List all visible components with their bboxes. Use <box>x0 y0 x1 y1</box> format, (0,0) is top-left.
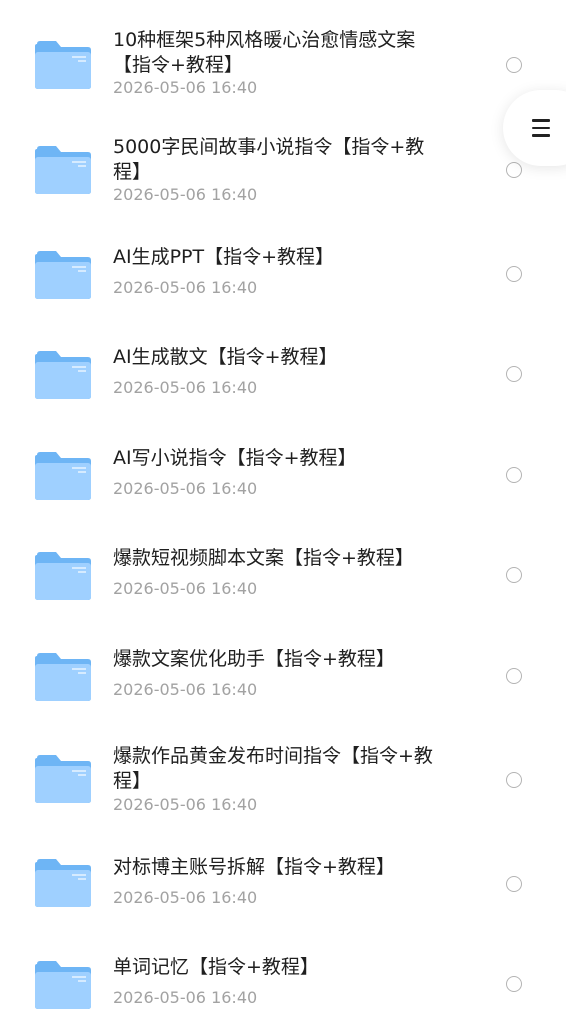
file-date: 2026-05-06 16:40 <box>113 579 258 598</box>
list-item[interactable]: 10种框架5种风格暖心治愈情感文案【指令+教程】 2026-05-06 16:4… <box>0 20 566 120</box>
folder-icon <box>34 145 92 195</box>
folder-icon <box>34 960 92 1010</box>
list-item[interactable]: AI写小说指令【指令+教程】 2026-05-06 16:40 <box>0 426 566 526</box>
file-name: 对标博主账号拆解【指令+教程】 <box>113 856 395 878</box>
menu-icon <box>532 119 550 137</box>
select-radio[interactable] <box>506 668 522 684</box>
file-name: AI写小说指令【指令+教程】 <box>113 447 357 469</box>
file-date: 2026-05-06 16:40 <box>113 278 258 297</box>
select-radio[interactable] <box>506 876 522 892</box>
list-item[interactable]: 爆款作品黄金发布时间指令【指令+教程】 2026-05-06 16:40 <box>0 732 566 832</box>
select-radio[interactable] <box>506 567 522 583</box>
file-name: AI生成PPT【指令+教程】 <box>113 246 335 268</box>
file-date: 2026-05-06 16:40 <box>113 479 258 498</box>
select-radio[interactable] <box>506 976 522 992</box>
file-date: 2026-05-06 16:40 <box>113 78 258 97</box>
select-radio[interactable] <box>506 772 522 788</box>
list-item[interactable]: 爆款文案优化助手【指令+教程】 2026-05-06 16:40 <box>0 627 566 727</box>
file-date: 2026-05-06 16:40 <box>113 988 258 1007</box>
select-radio[interactable] <box>506 57 522 73</box>
folder-icon <box>34 451 92 501</box>
file-date: 2026-05-06 16:40 <box>113 888 258 907</box>
list-item[interactable]: AI生成散文【指令+教程】 2026-05-06 16:40 <box>0 325 566 425</box>
file-date: 2026-05-06 16:40 <box>113 185 258 204</box>
file-date: 2026-05-06 16:40 <box>113 378 258 397</box>
file-name: 爆款作品黄金发布时间指令【指令+教程】 <box>113 745 433 792</box>
folder-icon <box>34 754 92 804</box>
file-name: AI生成散文【指令+教程】 <box>113 346 338 368</box>
select-radio[interactable] <box>506 366 522 382</box>
file-name: 单词记忆【指令+教程】 <box>113 956 319 978</box>
list-item[interactable]: 5000字民间故事小说指令【指令+教程】 2026-05-06 16:40 <box>0 125 566 225</box>
file-date: 2026-05-06 16:40 <box>113 795 258 814</box>
select-radio[interactable] <box>506 467 522 483</box>
folder-icon <box>34 551 92 601</box>
file-list: 10种框架5种风格暖心治愈情感文案【指令+教程】 2026-05-06 16:4… <box>0 0 566 1024</box>
file-name: 爆款文案优化助手【指令+教程】 <box>113 648 395 670</box>
select-radio[interactable] <box>506 266 522 282</box>
list-item[interactable]: 单词记忆【指令+教程】 2026-05-06 16:40 <box>0 935 566 1035</box>
folder-icon <box>34 350 92 400</box>
select-radio[interactable] <box>506 162 522 178</box>
list-item[interactable]: 爆款短视频脚本文案【指令+教程】 2026-05-06 16:40 <box>0 526 566 626</box>
folder-icon <box>34 652 92 702</box>
file-name: 10种框架5种风格暖心治愈情感文案【指令+教程】 <box>113 29 416 76</box>
list-item[interactable]: 对标博主账号拆解【指令+教程】 2026-05-06 16:40 <box>0 835 566 935</box>
folder-icon <box>34 858 92 908</box>
list-item[interactable]: AI生成PPT【指令+教程】 2026-05-06 16:40 <box>0 225 566 325</box>
file-name: 爆款短视频脚本文案【指令+教程】 <box>113 547 414 569</box>
folder-icon <box>34 250 92 300</box>
folder-icon <box>34 40 92 90</box>
file-date: 2026-05-06 16:40 <box>113 680 258 699</box>
file-name: 5000字民间故事小说指令【指令+教程】 <box>113 136 425 183</box>
